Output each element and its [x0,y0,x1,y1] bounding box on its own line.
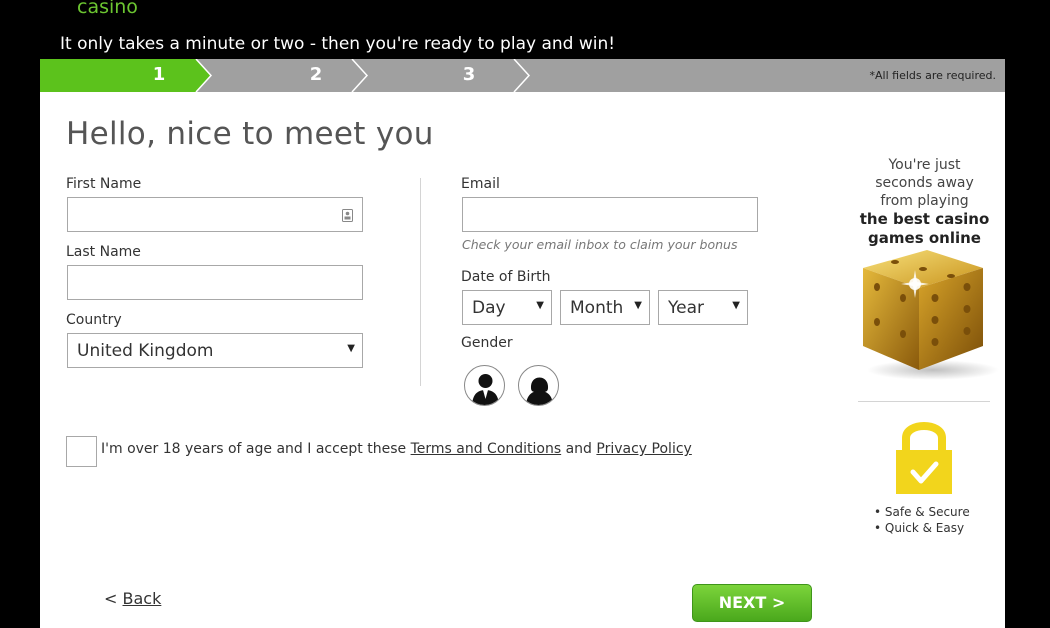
back-label: Back [122,589,162,608]
promo-line-1: You're just seconds away from playing [875,157,974,209]
promo-bullets: • Safe & Secure • Quick & Easy [874,505,970,536]
bullet-quick-easy: • Quick & Easy [874,520,965,535]
country-label: Country [66,312,122,328]
terms-text: I'm over 18 years of age and I accept th… [101,441,692,457]
next-button[interactable]: NEXT > [692,584,812,622]
brand-logo: casino [77,0,138,18]
step-2: 2 [309,64,323,85]
dob-month-value: Month [570,298,624,318]
caret-down-icon: ▼ [536,300,544,311]
contact-card-icon [342,209,353,222]
caret-down-icon: ▼ [347,343,355,354]
first-name-input[interactable] [67,197,363,232]
country-select[interactable]: United Kingdom ▼ [67,333,363,368]
email-input[interactable] [462,197,758,232]
country-value: United Kingdom [77,341,214,361]
first-name-label: First Name [66,176,142,192]
bullet-safe-secure: • Safe & Secure [874,505,970,519]
terms-conditions-link[interactable]: Terms and Conditions [411,441,562,457]
dob-day-select[interactable]: Day ▼ [462,290,552,325]
sidebar-divider [858,401,990,402]
step-1: 1 [152,64,166,85]
column-divider [420,178,421,386]
terms-prefix: I'm over 18 years of age and I accept th… [101,441,411,457]
last-name-input[interactable] [67,265,363,300]
terms-checkbox[interactable] [66,436,97,467]
dob-year-select[interactable]: Year ▼ [658,290,748,325]
email-hint: Check your email inbox to claim your bon… [462,237,738,252]
registration-card: Hello, nice to meet you First Name Last … [40,92,1005,628]
page-title: Hello, nice to meet you [66,116,434,152]
step-progress-bar: 1 2 3 *All fields are required. [40,59,1005,92]
dob-day-value: Day [472,298,506,318]
email-label: Email [461,176,500,192]
last-name-label: Last Name [66,244,141,260]
caret-down-icon: ▼ [634,300,642,311]
padlock-icon [896,422,952,494]
privacy-policy-link[interactable]: Privacy Policy [596,441,691,457]
female-avatar-icon [526,377,553,405]
back-arrow: < [104,589,118,608]
gender-label: Gender [461,335,513,351]
gender-female-button[interactable] [518,365,559,406]
promo-text: You're just seconds away from playing th… [858,156,991,248]
male-avatar-icon [472,374,499,405]
tagline: It only takes a minute or two - then you… [60,34,616,54]
caret-down-icon: ▼ [732,300,740,311]
terms-and: and [561,441,597,457]
dob-label: Date of Birth [461,269,551,285]
required-note: *All fields are required. [869,69,996,82]
dob-year-value: Year [668,298,704,318]
dob-month-select[interactable]: Month ▼ [560,290,650,325]
golden-dice-icon [863,250,999,380]
back-link[interactable]: < Back [104,589,161,608]
step-chevrons [40,59,531,92]
gender-male-button[interactable] [464,365,505,406]
step-3: 3 [462,64,476,85]
